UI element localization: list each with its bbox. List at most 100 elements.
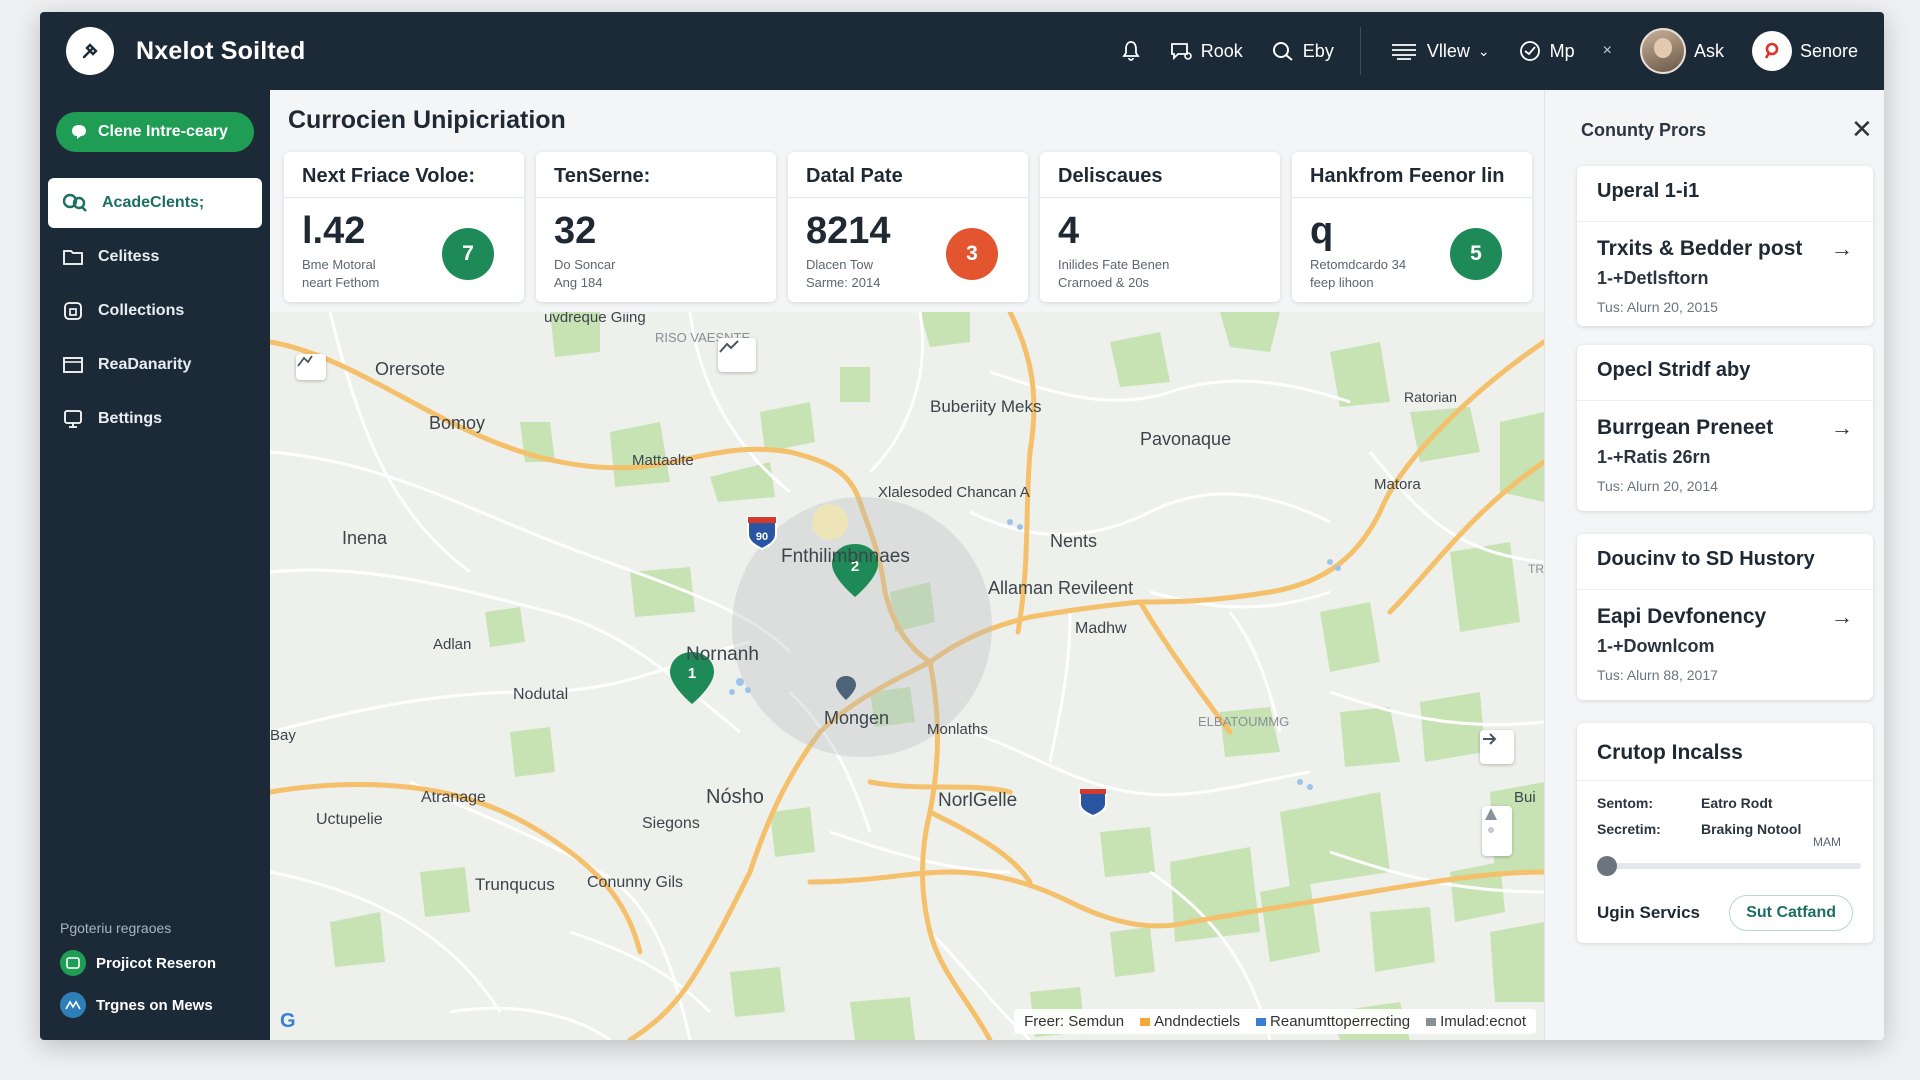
app-logo-icon[interactable] [66, 27, 114, 75]
expand-arrow-icon[interactable] [1480, 730, 1514, 764]
slider-handle[interactable] [1597, 856, 1617, 876]
attribution-item: Reanumttoperrecting [1256, 1013, 1410, 1030]
sidebar-footer-project[interactable]: Projicot Reseron [60, 950, 260, 976]
rook-button[interactable]: Rook [1169, 40, 1243, 62]
search-button[interactable]: Eby [1271, 40, 1334, 62]
stat-title: Next Friace Voloe: [284, 152, 524, 198]
stat-subtitle: Bme Motoral neart Fethom [302, 257, 380, 290]
create-button[interactable]: Clene Intre-ceary [56, 112, 254, 152]
settings-card-title: Crutop Incalss [1577, 723, 1873, 781]
place-label: NorlGelle [938, 790, 1017, 811]
post-title-row: Trxits & Bedder post → [1577, 236, 1873, 262]
right-panel-title: Conunty Prors [1581, 120, 1707, 140]
sidebar-item-bettings[interactable]: Bettings [48, 394, 262, 444]
place-label: Allaman Revileent [988, 578, 1133, 598]
profile-menu[interactable]: Senore [1751, 31, 1858, 71]
place-label: Orersote [375, 359, 445, 379]
highlight-glow [812, 504, 848, 540]
place-label: Siegons [642, 815, 700, 832]
place-label: Fnthilimbnnaes [781, 546, 910, 567]
place-label: Mongen [824, 708, 889, 728]
user-menu[interactable]: Ask [1639, 28, 1724, 74]
post-meta: 1-+Detlsftorn [1597, 268, 1709, 288]
top-separator [1359, 27, 1361, 75]
place-label: Bui [1514, 789, 1536, 806]
arrow-right-icon[interactable]: → [1831, 415, 1853, 441]
stat-subtitle: Retomdcardo 34 feep lihoon [1310, 257, 1407, 290]
notifications-button[interactable] [1121, 40, 1141, 62]
stat-card[interactable]: Datal Pate 8214 Dlacen Tow Sarme: 2014 3 [788, 152, 1028, 302]
lock-icon [64, 302, 82, 320]
stat-card[interactable]: Deliscaues 4 Inilides Fate Benen Crarnoe… [1040, 152, 1280, 302]
post-date: Tus: Alurn 20, 2014 [1597, 478, 1718, 494]
trend-icon[interactable] [718, 338, 756, 372]
avatar[interactable] [1639, 28, 1686, 74]
main-content: Currocien Unipicriation Next Friace Volo… [270, 90, 1544, 1040]
compass-icon[interactable] [1482, 806, 1512, 856]
app-title: Nxelot Soilted [136, 36, 306, 65]
place-label: Mattaalte [632, 452, 694, 469]
project-icon [60, 950, 86, 976]
place-label: Nodutal [513, 686, 568, 703]
sidebar-item-readanarity[interactable]: ReaDanarity [48, 340, 262, 390]
attribution-free: Freer: Semdun [1024, 1013, 1125, 1030]
map-attribution: Freer: Semdun Andndectiels Reanumttoperr… [1014, 1009, 1536, 1034]
sidebar-item-label: Celitess [98, 248, 160, 265]
place-label: Uctupelie [316, 811, 383, 828]
close-icon[interactable]: × [1603, 42, 1612, 60]
sidebar-footer: Pgoteriu regraoes Projicot Reseron Trgne… [60, 920, 260, 1034]
settings-action-button[interactable]: Sut Catfand [1729, 895, 1853, 931]
stat-badge: 7 [442, 228, 494, 280]
close-icon[interactable]: ✕ [1851, 116, 1873, 142]
profile-label: Senore [1799, 40, 1858, 61]
sidebar-item-label: Collections [98, 302, 185, 319]
sidebar-footer-news[interactable]: Trgnes on Mews [60, 992, 260, 1018]
attribution-label: Reanumttoperrecting [1270, 1013, 1411, 1030]
rook-label: Rook [1200, 40, 1243, 61]
sidebar-footer-title: Pgoteriu regraoes [60, 920, 172, 936]
stat-card[interactable]: Next Friace Voloe: l.42 Bme Motoral near… [284, 152, 524, 302]
legend-swatch [1140, 1018, 1151, 1027]
place-label: Nósho [706, 786, 764, 808]
post-card[interactable]: Opecl Stridf aby Burrgean Preneet → 1-+R… [1577, 345, 1873, 511]
settings-footer-label: Ugin Servics [1597, 903, 1700, 922]
place-label: Trunqucus [475, 875, 555, 894]
route-icon[interactable] [296, 354, 326, 380]
slider-max-label: MAM [1813, 835, 1841, 849]
post-card[interactable]: Uperal 1-i1 Trxits & Bedder post → 1-+De… [1577, 166, 1873, 326]
sidebar: Clene Intre-ceary AcadeClents; Celitess … [40, 90, 270, 1040]
legend-swatch [1426, 1018, 1437, 1027]
settings-row: Sentom: Eatro Rodt [1577, 795, 1873, 811]
map-canvas[interactable]: 90 2 1 uvdreque Giing RISO VAESNTE Orers… [270, 312, 1544, 1040]
place-label: uvdreque Giing [544, 312, 646, 326]
attribution-label: Imulad:ecnot [1440, 1013, 1526, 1030]
sidebar-item-label: Bettings [98, 410, 162, 427]
arrow-right-icon[interactable]: → [1831, 604, 1853, 630]
stat-card[interactable]: TenSerne: 32 Do Soncar Ang 184 [536, 152, 776, 302]
view-menu[interactable]: Vllew ⌄ [1389, 40, 1490, 62]
slider-track[interactable] [1613, 863, 1861, 869]
arrow-right-icon[interactable]: → [1831, 236, 1853, 262]
map-button[interactable]: Mp [1518, 39, 1575, 63]
google-logo: G [280, 1010, 296, 1032]
settings-key: Sentom: [1597, 795, 1653, 811]
place-label: Bay [270, 727, 296, 744]
stat-title: Deliscaues [1040, 152, 1280, 198]
post-date: Tus: Alurn 20, 2015 [1597, 299, 1718, 315]
place-label: Monlaths [927, 721, 988, 738]
user-label: Ask [1693, 40, 1724, 61]
sidebar-item-collections[interactable]: Collections [48, 286, 262, 336]
profile-search-icon [1751, 31, 1792, 71]
sidebar-nav: AcadeClents; Celitess Collections ReaDan… [48, 178, 262, 448]
settings-footer: Ugin Servics Sut Catfand [1597, 895, 1853, 931]
sidebar-item-celitess[interactable]: Celitess [48, 232, 262, 282]
sidebar-footer-label: Trgnes on Mews [96, 996, 213, 1014]
place-label: Matora [1374, 476, 1421, 493]
sidebar-item-acadeclents[interactable]: AcadeClents; [48, 178, 262, 228]
stat-subtitle: Inilides Fate Benen Crarnoed & 20s [1058, 257, 1170, 290]
post-card[interactable]: Doucinv to SD Hustory Eapi Devfonency → … [1577, 534, 1873, 700]
news-icon [60, 992, 86, 1018]
page-title: Currocien Unipicriation [288, 106, 566, 134]
stat-card[interactable]: Hankfrom Feenor lin q Retomdcardo 34 fee… [1292, 152, 1532, 302]
map-view[interactable]: 90 2 1 uvdreque Giing RISO VAESNTE Orers… [270, 312, 1544, 1040]
